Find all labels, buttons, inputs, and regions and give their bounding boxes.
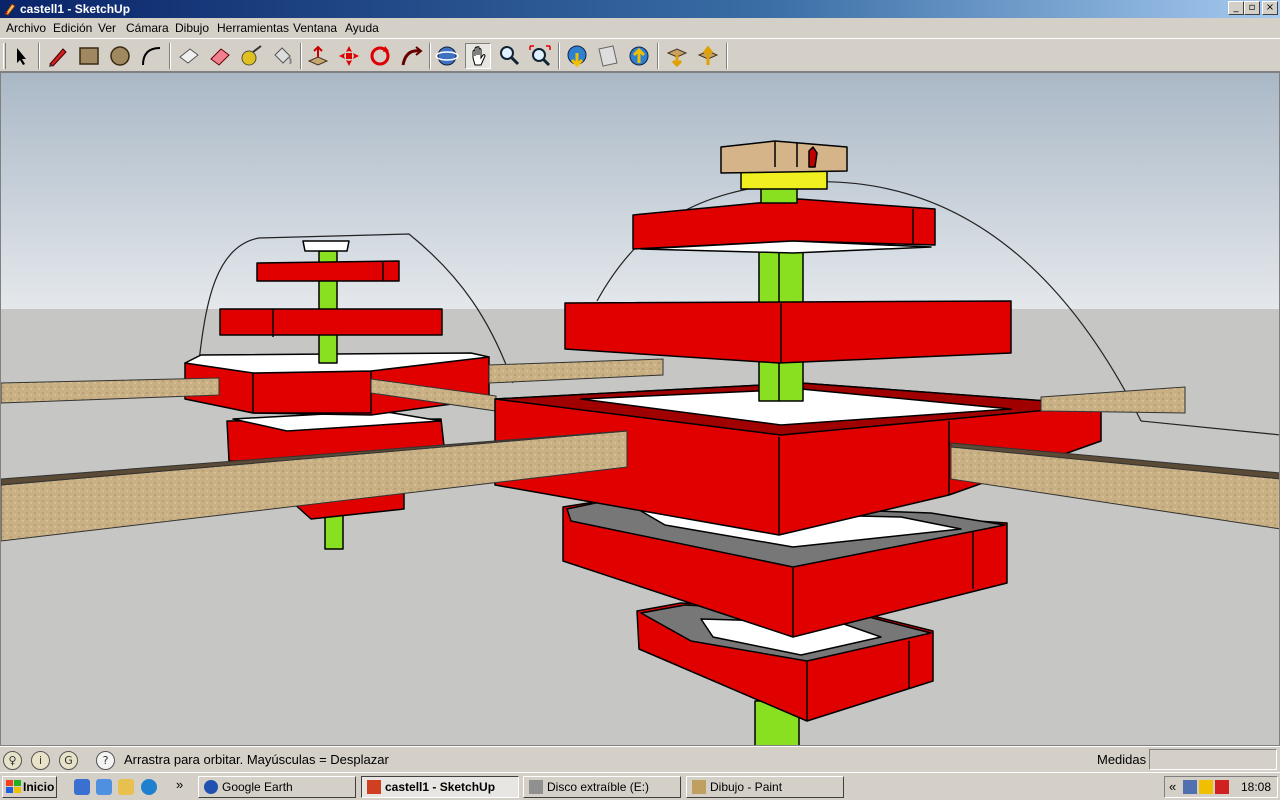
model-viewport[interactable] <box>0 72 1280 746</box>
system-tray: « 18:08 <box>1164 776 1278 798</box>
task-paint[interactable]: Dibujo - Paint <box>686 776 844 798</box>
menu-ayuda[interactable]: Ayuda <box>345 21 379 35</box>
task-disco-extraible[interactable]: Disco extraíble (E:) <box>523 776 681 798</box>
push-pull-icon[interactable] <box>305 43 331 69</box>
previous-view-icon[interactable] <box>564 43 590 69</box>
toolbar-grip[interactable] <box>3 43 6 69</box>
menu-ventana[interactable]: Ventana <box>293 21 337 35</box>
title-bar: castell1 - SketchUp _ ▫ × <box>0 0 1280 18</box>
quicklaunch-chevron-icon[interactable]: » <box>176 777 183 792</box>
sky <box>1 73 1279 309</box>
orbit-icon[interactable] <box>434 43 460 69</box>
tray-expand-icon[interactable]: « <box>1169 779 1176 794</box>
paint-icon <box>692 780 706 794</box>
start-button[interactable]: Inicio <box>2 776 57 798</box>
pencil-tool-icon[interactable] <box>45 43 71 69</box>
toolbar-separator <box>169 43 171 69</box>
network-icon[interactable] <box>1183 780 1197 794</box>
next-view-icon[interactable] <box>595 43 621 69</box>
taskbar: Inicio » Google Earth castell1 - SketchU… <box>0 772 1280 800</box>
toolbar <box>0 38 1280 72</box>
removable-disk-icon <box>529 780 543 794</box>
measures-input[interactable] <box>1149 749 1277 770</box>
task-sketchup[interactable]: castell1 - SketchUp <box>361 776 519 798</box>
media-player-icon[interactable] <box>141 779 157 795</box>
toolbar-separator <box>558 43 560 69</box>
menu-dibujo[interactable]: Dibujo <box>175 21 209 35</box>
rectangle-tool-icon[interactable] <box>76 43 102 69</box>
menu-bar: Archivo Edición Ver Cámara Dibujo Herram… <box>0 18 1280 38</box>
signin-icon[interactable]: G <box>59 751 78 770</box>
clock: 18:08 <box>1240 780 1271 794</box>
help-icon[interactable]: ? <box>96 751 115 770</box>
explorer-icon[interactable] <box>96 779 112 795</box>
credits-icon[interactable]: i <box>31 751 50 770</box>
geolocation-icon[interactable]: ♀ <box>3 751 22 770</box>
google-earth-icon <box>204 780 218 794</box>
window-title: castell1 - SketchUp <box>20 2 131 16</box>
minimize-button[interactable]: _ <box>1228 1 1244 15</box>
warning-icon[interactable] <box>1199 780 1213 794</box>
menu-edicion[interactable]: Edición <box>53 21 92 35</box>
arc-tool-icon[interactable] <box>138 43 164 69</box>
windows-logo-icon <box>6 780 21 793</box>
select-tool-icon[interactable] <box>8 43 34 69</box>
start-label: Inicio <box>23 780 55 794</box>
circle-tool-icon[interactable] <box>107 43 133 69</box>
sketchup-task-icon <box>367 780 381 794</box>
move-icon[interactable] <box>336 43 362 69</box>
task-google-earth[interactable]: Google Earth <box>198 776 356 798</box>
zoom-extents-icon[interactable] <box>527 43 553 69</box>
menu-camara[interactable]: Cámara <box>126 21 169 35</box>
tape-measure-icon[interactable] <box>238 43 264 69</box>
measures-label: Medidas <box>1097 752 1147 767</box>
eraser-icon[interactable] <box>207 43 233 69</box>
pan-icon[interactable] <box>465 43 491 69</box>
status-message: Arrastra para orbitar. Mayúsculas = Desp… <box>124 752 389 767</box>
paint-bucket-icon[interactable] <box>269 43 295 69</box>
sketchup-app-icon <box>4 3 16 16</box>
toolbar-separator <box>657 43 659 69</box>
maximize-button[interactable]: ▫ <box>1244 1 1260 15</box>
toolbar-separator <box>300 43 302 69</box>
menu-archivo[interactable]: Archivo <box>6 21 46 35</box>
folder-icon[interactable] <box>118 779 134 795</box>
rotate-icon[interactable] <box>367 43 393 69</box>
toolbar-separator <box>726 43 728 69</box>
scene-drawing <box>1 73 1279 745</box>
eraser-box-icon[interactable] <box>176 43 202 69</box>
import-icon[interactable] <box>664 43 690 69</box>
toolbar-separator <box>38 43 40 69</box>
close-button[interactable]: × <box>1262 1 1278 15</box>
ati-icon[interactable] <box>1215 780 1229 794</box>
menu-herramientas[interactable]: Herramientas <box>217 21 289 35</box>
menu-ver[interactable]: Ver <box>98 21 116 35</box>
follow-me-icon[interactable] <box>398 43 424 69</box>
toolbar-separator <box>429 43 431 69</box>
zoom-icon[interactable] <box>496 43 522 69</box>
export-icon[interactable] <box>695 43 721 69</box>
internet-explorer-icon[interactable] <box>74 779 90 795</box>
get-models-icon[interactable] <box>626 43 652 69</box>
status-bar: ♀ i G ? Arrastra para orbitar. Mayúscula… <box>0 746 1280 772</box>
